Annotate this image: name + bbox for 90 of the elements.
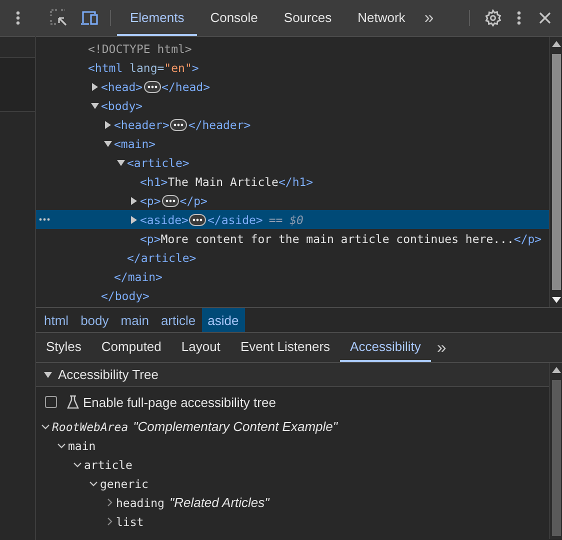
tag-text: <p> <box>140 232 161 246</box>
ellipsis-icon[interactable] <box>170 118 188 130</box>
dom-row[interactable]: <main> <box>36 134 549 153</box>
tag-text: <html <box>88 60 123 74</box>
selected-dom-row[interactable]: <aside> </aside> == $0 <box>36 210 549 229</box>
tag-text: </h1> <box>278 174 314 188</box>
dom-row[interactable]: <!DOCTYPE html> <box>36 39 549 58</box>
doctype-text: <!DOCTYPE html> <box>88 42 192 56</box>
ellipsis-icon[interactable] <box>189 214 206 226</box>
expanded-triangle-icon[interactable] <box>104 140 112 148</box>
flask-icon <box>67 395 79 409</box>
full-page-tree-option[interactable]: Enable full-page accessibility tree <box>36 387 549 417</box>
ellipsis-icon[interactable] <box>144 80 161 92</box>
expanded-triangle-icon[interactable] <box>44 370 52 378</box>
breadcrumb-item[interactable]: main <box>114 308 155 332</box>
expanded-triangle-icon[interactable] <box>117 158 125 166</box>
attribute-value: "en" <box>164 60 192 74</box>
tag-text: </p> <box>514 232 542 246</box>
dom-row[interactable]: <header> </header> <box>36 115 549 134</box>
chevron-down-icon[interactable] <box>57 441 66 450</box>
chevron-down-icon[interactable] <box>73 460 82 469</box>
scrollbar[interactable] <box>549 37 562 307</box>
collapsed-triangle-icon[interactable] <box>130 196 138 204</box>
tag-text: <header> <box>114 118 170 132</box>
tag-text: <body> <box>101 98 143 112</box>
dom-row[interactable]: <p>More content for the main article continues here...</p> <box>36 229 549 248</box>
tag-text: <article> <box>127 156 190 170</box>
tag-text: </head> <box>162 80 210 94</box>
collapsed-triangle-icon[interactable] <box>130 216 138 224</box>
tag-text: </main> <box>114 270 162 284</box>
dom-row[interactable]: <html lang="en"> <box>36 58 549 77</box>
role-text[interactable]: main <box>68 438 96 452</box>
tag-text: <head> <box>101 80 143 94</box>
dom-row[interactable]: <body> <box>36 96 549 115</box>
role-text[interactable]: RootWebArea <box>52 420 128 434</box>
settings-icon[interactable] <box>482 7 504 29</box>
role-text[interactable]: list <box>116 514 144 528</box>
tag-text: <p> <box>140 194 161 208</box>
panel-tab[interactable]: Network <box>344 0 418 36</box>
scroll-up-icon[interactable] <box>552 367 560 373</box>
breadcrumb-item[interactable]: article <box>154 308 202 332</box>
attribute-name: lang= <box>128 60 164 74</box>
dom-row[interactable]: <p> </p> <box>36 191 549 210</box>
more-dots-icon[interactable] <box>39 218 50 221</box>
sidebar-tab[interactable]: Styles <box>36 333 92 362</box>
selected-node-marker: == $0 <box>268 212 304 226</box>
sidebar-tab[interactable]: Layout <box>171 333 230 362</box>
accessible-name: "Complementary Content Example" <box>133 419 338 434</box>
dom-row[interactable]: <head> </head> <box>36 77 549 96</box>
section-header[interactable]: Accessibility Tree <box>36 363 549 387</box>
more-tabs-button[interactable]: » <box>430 333 452 362</box>
scroll-up-icon[interactable] <box>552 41 560 47</box>
text-content: The Main Article <box>168 174 278 188</box>
tag-text: </article> <box>127 250 196 264</box>
tag-text: <main> <box>114 136 156 150</box>
text-content: More content for the main article continues here... <box>160 232 514 246</box>
sidebar-tab[interactable]: Computed <box>91 333 172 362</box>
panel-tab[interactable]: Console <box>197 0 271 36</box>
chevron-down-icon[interactable] <box>89 479 98 488</box>
expanded-triangle-icon[interactable] <box>91 102 99 110</box>
tag-text: <aside> <box>140 212 188 226</box>
ellipsis-icon[interactable] <box>162 194 179 206</box>
scrollbar[interactable] <box>549 363 562 539</box>
dom-row[interactable]: <h1>The Main Article</h1> <box>36 172 549 191</box>
accessible-name: "Related Articles" <box>169 495 270 510</box>
collapsed-triangle-icon[interactable] <box>91 82 99 90</box>
role-text[interactable]: heading <box>116 496 164 510</box>
sidebar-tab[interactable]: Event Listeners <box>230 333 340 362</box>
role-text[interactable]: generic <box>100 476 148 490</box>
breadcrumb-item[interactable]: aside <box>202 308 245 332</box>
collapsed-triangle-icon[interactable] <box>104 120 112 128</box>
tag-text: </p> <box>180 194 208 208</box>
section-title: Accessibility Tree <box>58 367 158 382</box>
tag-text: </body> <box>101 288 150 302</box>
chevron-right-icon[interactable] <box>105 517 114 526</box>
breadcrumb-item[interactable]: body <box>74 308 115 332</box>
checkbox[interactable] <box>45 396 57 408</box>
chevron-right-icon[interactable] <box>105 498 114 507</box>
more-tabs-button[interactable]: » <box>418 0 440 36</box>
scroll-down-icon[interactable] <box>552 297 560 303</box>
tag-text: <h1> <box>140 174 168 188</box>
dom-row[interactable]: <article> <box>36 153 549 172</box>
tag-text: </aside> <box>207 212 263 226</box>
tag-text: </header> <box>188 118 251 132</box>
panel-tab[interactable]: Sources <box>270 0 345 36</box>
chevron-down-icon[interactable] <box>41 422 50 431</box>
breadcrumb-item[interactable]: html <box>38 308 75 332</box>
role-text[interactable]: article <box>84 458 132 472</box>
tag-text: > <box>192 60 199 74</box>
kebab-menu-icon[interactable] <box>16 11 20 25</box>
